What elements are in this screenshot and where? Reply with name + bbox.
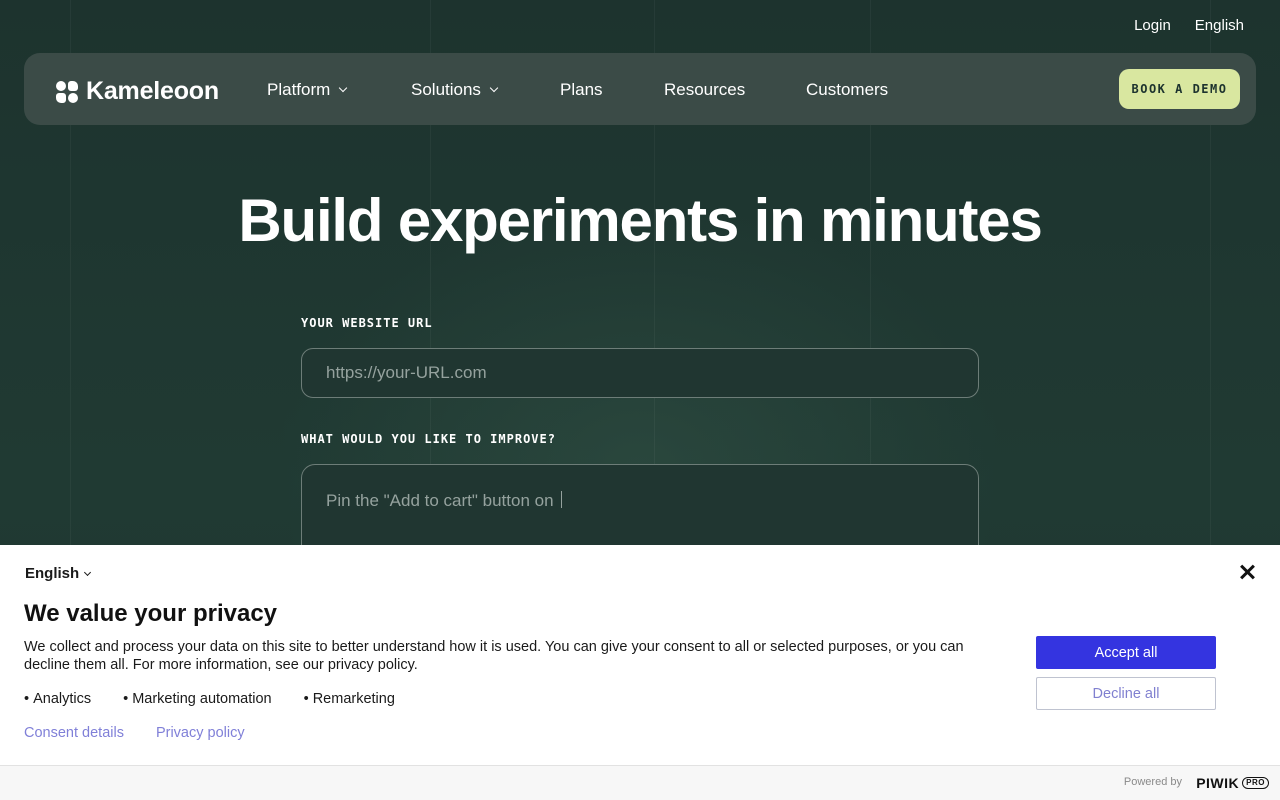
decline-all-button[interactable]: Decline all bbox=[1036, 677, 1216, 710]
purpose-item: Analytics bbox=[24, 691, 91, 707]
utility-links: Login English bbox=[1134, 17, 1244, 34]
improve-typed-text: Pin the "Add to cart" button on bbox=[326, 491, 554, 510]
purpose-item: Marketing automation bbox=[123, 691, 271, 707]
logo-text: Kameleoon bbox=[86, 77, 219, 105]
nav-item-platform[interactable]: Platform bbox=[267, 80, 348, 100]
hero-title: Build experiments in minutes bbox=[238, 187, 1042, 254]
main-navbar: Kameleoon Platform Solutions Plans Resou… bbox=[24, 53, 1256, 125]
consent-language-select[interactable]: English bbox=[25, 565, 92, 582]
login-link[interactable]: Login bbox=[1134, 17, 1171, 34]
kameleoon-logo[interactable]: Kameleoon bbox=[56, 77, 219, 106]
nav-item-customers[interactable]: Customers bbox=[806, 80, 888, 100]
powered-by-text: Powered by bbox=[1123, 776, 1182, 788]
purpose-item: Remarketing bbox=[304, 691, 395, 707]
improve-field-label: WHAT WOULD YOU LIKE TO IMPROVE? bbox=[301, 432, 556, 446]
chevron-down-icon bbox=[339, 83, 348, 93]
url-field-label: YOUR WEBSITE URL bbox=[301, 316, 433, 330]
nav-item-label: Solutions bbox=[411, 80, 481, 99]
kameleoon-logo-icon bbox=[56, 80, 78, 103]
privacy-policy-link[interactable]: Privacy policy bbox=[156, 725, 245, 741]
consent-links: Consent details Privacy policy bbox=[24, 725, 245, 741]
chevron-down-icon bbox=[84, 568, 92, 576]
consent-language-label: English bbox=[25, 565, 80, 582]
close-icon[interactable] bbox=[1239, 564, 1255, 580]
piwik-wordmark: PIWIK bbox=[1196, 775, 1240, 791]
piwik-pro-logo[interactable]: PIWIK PRO bbox=[1196, 775, 1269, 791]
nav-item-label: Plans bbox=[560, 80, 603, 99]
consent-details-link[interactable]: Consent details bbox=[24, 725, 124, 741]
website-url-input[interactable] bbox=[301, 348, 979, 398]
nav-item-label: Platform bbox=[267, 80, 331, 99]
nav-item-label: Customers bbox=[806, 80, 889, 99]
text-caret bbox=[560, 491, 562, 508]
nav-item-plans[interactable]: Plans bbox=[560, 80, 603, 100]
language-link[interactable]: English bbox=[1195, 17, 1244, 34]
consent-banner: English We value your privacy We collect… bbox=[0, 545, 1280, 800]
nav-item-resources[interactable]: Resources bbox=[664, 80, 745, 100]
consent-purposes-list: Analytics Marketing automation Remarketi… bbox=[24, 691, 427, 707]
consent-description: We collect and process your data on this… bbox=[24, 639, 964, 673]
nav-item-label: Resources bbox=[664, 80, 746, 99]
accept-all-button[interactable]: Accept all bbox=[1036, 636, 1216, 669]
book-demo-button[interactable]: BOOK A DEMO bbox=[1119, 69, 1240, 109]
consent-title: We value your privacy bbox=[24, 600, 278, 627]
nav-item-solutions[interactable]: Solutions bbox=[411, 80, 499, 100]
piwik-pro-badge: PRO bbox=[1242, 777, 1269, 789]
chevron-down-icon bbox=[489, 83, 499, 93]
powered-by-footer: Powered by PIWIK PRO bbox=[0, 765, 1280, 800]
